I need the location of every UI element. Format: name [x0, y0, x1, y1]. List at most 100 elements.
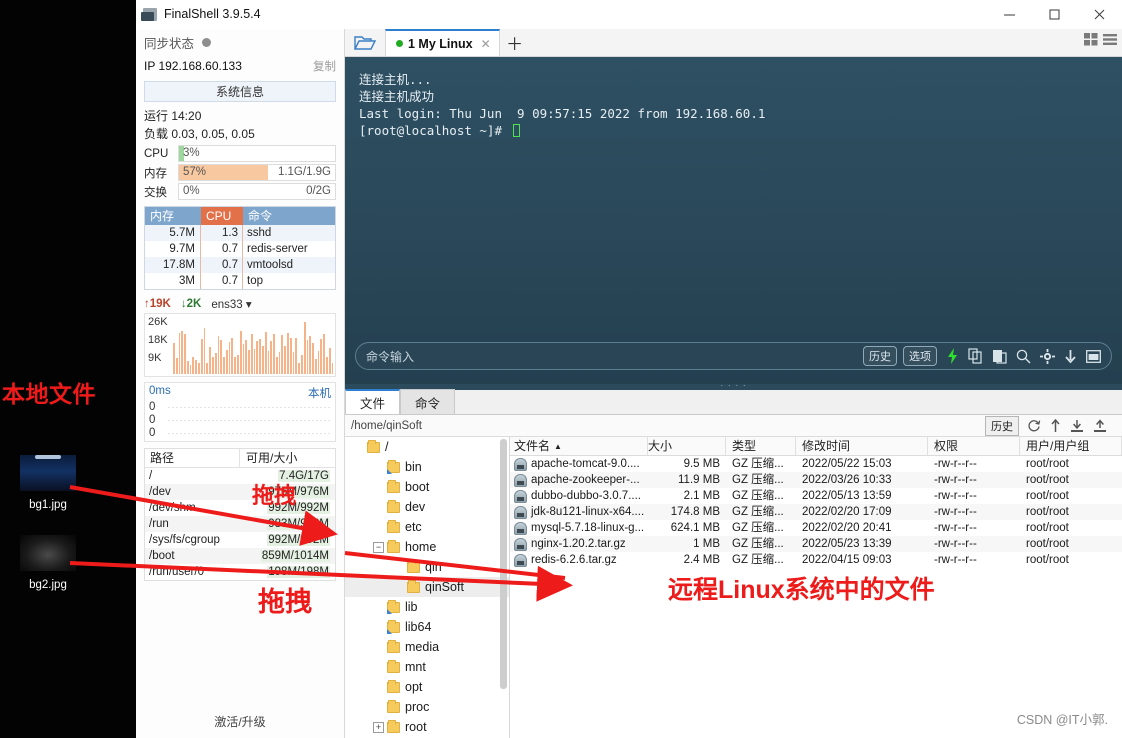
terminal-tab-label: 1 My Linux: [408, 36, 473, 51]
network-bar: [186, 361, 189, 374]
file-row[interactable]: apache-zookeeper-... 11.9 MB GZ 压缩... 2022/…: [510, 472, 1122, 488]
col-header-path[interactable]: 路径: [145, 449, 239, 467]
hamburger-menu-icon[interactable]: [1102, 32, 1118, 52]
tree-node-qinSoft[interactable]: qinSoft: [345, 577, 509, 597]
terminal-options-button[interactable]: 选项: [903, 346, 937, 366]
disk-row[interactable]: /boot 859M/1014M: [145, 548, 335, 564]
disk-row[interactable]: /sys/fs/cgroup 992M/992M: [145, 532, 335, 548]
network-interface-select[interactable]: ens33 ▾: [211, 297, 251, 311]
tree-node-home[interactable]: − home: [345, 537, 509, 557]
network-bar: [231, 338, 234, 374]
finalshell-window: FinalShell 3.9.5.4 同步状态 IP 192.168.60.13…: [136, 0, 1122, 738]
tree-expander[interactable]: −: [373, 541, 384, 553]
tree-node-etc[interactable]: etc: [345, 517, 509, 537]
upload-arrow-icon[interactable]: [1050, 418, 1061, 433]
tree-node-lib64[interactable]: lib64: [345, 617, 509, 637]
folder-icon: [387, 499, 400, 513]
col-header-permissions[interactable]: 权限: [928, 437, 1020, 455]
terminal-history-button[interactable]: 历史: [863, 346, 897, 366]
file-permissions: -rw-r--r--: [934, 522, 977, 534]
col-header-command[interactable]: 命令: [243, 207, 335, 225]
col-header-filename[interactable]: 文件名 ▲: [510, 437, 648, 455]
terminal-tab-my-linux[interactable]: 1 My Linux ✕: [385, 29, 500, 56]
search-icon[interactable]: [1016, 349, 1031, 364]
process-row[interactable]: 5.7M 1.3 sshd: [145, 225, 335, 241]
desktop-file-bg2[interactable]: bg2.jpg: [8, 535, 88, 593]
activate-upgrade-link[interactable]: 激活/升级: [136, 713, 344, 730]
tree-node-[interactable]: /: [345, 437, 509, 457]
terminal-output-area[interactable]: 连接主机... 连接主机成功 Last login: Thu Jun 9 09:…: [345, 57, 1122, 384]
finalshell-logo-icon: [141, 7, 157, 21]
file-list[interactable]: 文件名 ▲ 大小 类型 修改时间 权限 用户/用户组 apache-tomcat-…: [510, 437, 1122, 738]
network-bar: [325, 356, 328, 374]
tree-node-opt[interactable]: opt: [345, 677, 509, 697]
disk-row[interactable]: /dev/shm 992M/992M: [145, 500, 335, 516]
file-row[interactable]: dubbo-dubbo-3.0.7.... 2.1 MB GZ 压缩... 2022/…: [510, 488, 1122, 504]
tree-node-qin[interactable]: qin: [345, 557, 509, 577]
disk-row[interactable]: / 7.4G/17G: [145, 468, 335, 484]
disk-row[interactable]: /run 983M/992M: [145, 516, 335, 532]
col-header-usage[interactable]: 可用/大小: [239, 449, 335, 467]
file-row[interactable]: apache-tomcat-9.0.... 9.5 MB GZ 压缩... 2022/…: [510, 456, 1122, 472]
copy-link[interactable]: 复制: [313, 58, 336, 74]
tree-node-bin[interactable]: bin: [345, 457, 509, 477]
desktop-file-bg1[interactable]: bg1.jpg: [8, 435, 88, 513]
tree-node-media[interactable]: media: [345, 637, 509, 657]
tree-expander[interactable]: +: [373, 721, 384, 733]
process-row[interactable]: 3M 0.7 top: [145, 273, 335, 289]
system-info-button[interactable]: 系统信息: [144, 81, 336, 102]
ping-host-label: 本机: [308, 388, 331, 400]
tree-node-mnt[interactable]: mnt: [345, 657, 509, 677]
file-path-bar: /home/qinSoft 历史: [345, 415, 1122, 437]
process-cpu: 0.7: [201, 273, 243, 289]
network-bar: [225, 350, 228, 374]
col-header-type[interactable]: 类型: [726, 437, 796, 455]
command-input-bar[interactable]: 命令输入 历史 选项: [355, 342, 1112, 370]
file-row[interactable]: mysql-5.7.18-linux-g... 624.1 MB GZ 压缩... 2…: [510, 520, 1122, 536]
tree-node-boot[interactable]: boot: [345, 477, 509, 497]
new-tab-button[interactable]: ＋: [500, 29, 530, 56]
download-icon[interactable]: [1064, 349, 1077, 364]
maximize-button[interactable]: [1032, 0, 1077, 29]
tab-commands[interactable]: 命令: [400, 389, 456, 414]
directory-tree[interactable]: / bin boot dev etc − home qin qinSoft lib lib64 med…: [345, 437, 510, 738]
col-header-size[interactable]: 大小: [648, 437, 726, 455]
open-folder-icon[interactable]: [345, 28, 385, 56]
process-row[interactable]: 17.8M 0.7 vmtoolsd: [145, 257, 335, 273]
tree-node-lib[interactable]: lib: [345, 597, 509, 617]
col-header-mtime[interactable]: 修改时间: [796, 437, 928, 455]
sync-status-row: 同步状态: [136, 29, 344, 55]
col-header-owner[interactable]: 用户/用户组: [1020, 437, 1122, 455]
file-row[interactable]: nginx-1.20.2.tar.gz 1 MB GZ 压缩... 2022/05/2…: [510, 536, 1122, 552]
close-button[interactable]: [1077, 0, 1122, 29]
file-history-button[interactable]: 历史: [985, 415, 1019, 436]
download-file-icon[interactable]: [1070, 419, 1084, 433]
minimize-button[interactable]: [987, 0, 1032, 29]
tree-scrollbar[interactable]: [500, 439, 507, 689]
file-row[interactable]: jdk-8u121-linux-x64.... 174.8 MB GZ 压缩... 2…: [510, 504, 1122, 520]
upload-file-icon[interactable]: [1093, 418, 1107, 433]
folder-icon: [387, 599, 400, 614]
close-icon[interactable]: ✕: [481, 37, 491, 51]
lightning-icon[interactable]: [946, 348, 959, 364]
tree-node-proc[interactable]: proc: [345, 697, 509, 717]
path-input[interactable]: /home/qinSoft: [351, 420, 985, 432]
col-header-cpu[interactable]: CPU: [201, 207, 243, 225]
copy-icon[interactable]: [968, 348, 983, 364]
tab-files[interactable]: 文件: [345, 389, 401, 414]
tree-node-root[interactable]: + root: [345, 717, 509, 737]
tree-node-dev[interactable]: dev: [345, 497, 509, 517]
paste-icon[interactable]: [992, 348, 1007, 364]
tree-node-label: dev: [405, 500, 426, 514]
network-traffic-chart: 26K 18K 9K: [144, 313, 336, 377]
disk-row[interactable]: /run/user/0 198M/198M: [145, 564, 335, 580]
grid-view-icon[interactable]: [1083, 32, 1098, 52]
file-permissions: -rw-r--r--: [934, 538, 977, 550]
file-row[interactable]: redis-6.2.6.tar.gz 2.4 MB GZ 压缩... 2022/04/…: [510, 552, 1122, 568]
refresh-icon[interactable]: [1027, 419, 1041, 433]
window-icon[interactable]: [1086, 349, 1101, 363]
process-row[interactable]: 9.7M 0.7 redis-server: [145, 241, 335, 257]
gear-icon[interactable]: [1040, 348, 1055, 364]
col-header-memory[interactable]: 内存: [145, 207, 201, 225]
disk-row[interactable]: /dev 976M/976M: [145, 484, 335, 500]
